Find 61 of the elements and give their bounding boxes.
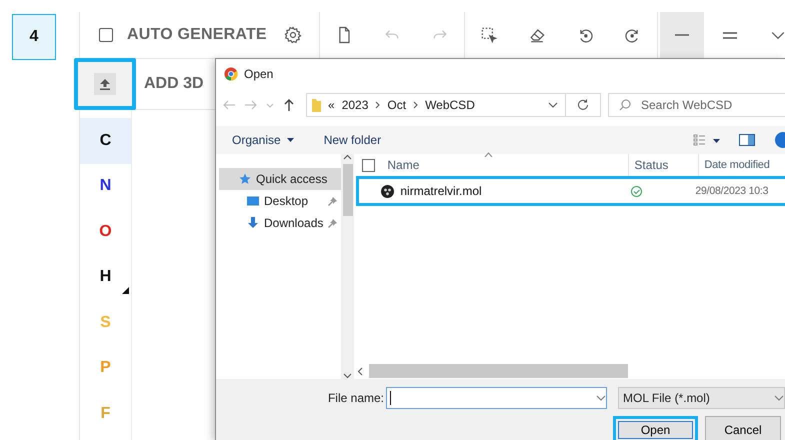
file-type-icon (381, 184, 394, 198)
upload-icon (100, 78, 110, 90)
scroll-thumb[interactable] (342, 164, 353, 216)
atom-button[interactable]: H (80, 254, 131, 300)
file-row[interactable]: nirmatrelvir.mol 29/08/2023 10:3 (356, 176, 785, 206)
checkbox[interactable] (99, 28, 113, 42)
breadcrumb-chevron-icon (413, 101, 418, 109)
refresh-icon (577, 99, 589, 111)
double-bond-icon (723, 32, 737, 38)
search-field[interactable]: Search WebCSD (608, 93, 785, 117)
atom-button[interactable]: N (80, 164, 131, 209)
breadcrumb-chevron-icon (375, 101, 380, 109)
command-button[interactable]: Organise (232, 133, 294, 147)
help-icon (773, 132, 785, 148)
forward-arrow-icon (244, 100, 258, 110)
atom-button[interactable]: C (80, 118, 131, 164)
scrollbar[interactable] (341, 154, 354, 379)
browser-icon (224, 67, 238, 81)
selection-icon (479, 25, 499, 45)
step-badge: 4 (12, 14, 56, 60)
scroll-up-icon (343, 154, 352, 160)
column-header[interactable]: Name (382, 154, 628, 176)
up-arrow-icon (284, 99, 294, 111)
scroll-left-icon (357, 366, 364, 376)
nav-item[interactable]: Desktop (219, 190, 342, 212)
download-icon (247, 217, 259, 229)
import-button[interactable] (74, 58, 136, 110)
search-placeholder: Search WebCSD (641, 98, 732, 112)
file-name-label: File name: (326, 391, 385, 405)
sort-caret-icon (484, 152, 494, 157)
breadcrumb-item[interactable]: WebCSD (425, 98, 475, 112)
address-bar[interactable]: « 2023 Oct WebCSD (306, 93, 601, 117)
path-overflow[interactable]: « (328, 98, 335, 112)
add-3d-label[interactable]: ADD 3D (144, 75, 204, 93)
column-header[interactable]: Status (628, 154, 698, 176)
dialog-button[interactable]: Cancel (705, 416, 781, 440)
recent-dropdown-icon (266, 102, 274, 108)
path-dropdown-icon (548, 102, 558, 108)
auto-generate-label: AUTO GENERATE (127, 26, 267, 44)
column-header[interactable]: Date modified (698, 154, 785, 176)
folder-icon (312, 98, 321, 112)
search-icon (619, 99, 631, 111)
dialog-title: Open (244, 67, 274, 81)
settings-icon (282, 25, 303, 45)
file-type-dropdown[interactable]: MOL File (*.mol) (618, 387, 785, 409)
command-button[interactable]: New folder (324, 133, 382, 147)
scroll-thumb[interactable] (369, 364, 628, 378)
breadcrumb-item[interactable]: 2023 (342, 98, 368, 112)
nav-item[interactable]: Downloads (219, 212, 342, 234)
select-all-checkbox[interactable] (362, 158, 376, 172)
back-arrow-icon (222, 100, 236, 110)
view-options-icon (693, 134, 721, 146)
atom-button[interactable]: O (80, 209, 131, 254)
preview-pane-icon (739, 134, 755, 146)
desktop-icon (247, 195, 259, 207)
nav-item[interactable]: Quick access (219, 168, 342, 190)
dialog-button[interactable]: Open (613, 416, 698, 440)
breadcrumb-item[interactable]: Oct (387, 98, 406, 112)
file-name-field[interactable] (386, 387, 607, 409)
star-icon (239, 173, 251, 185)
scroll-down-icon (343, 373, 352, 379)
